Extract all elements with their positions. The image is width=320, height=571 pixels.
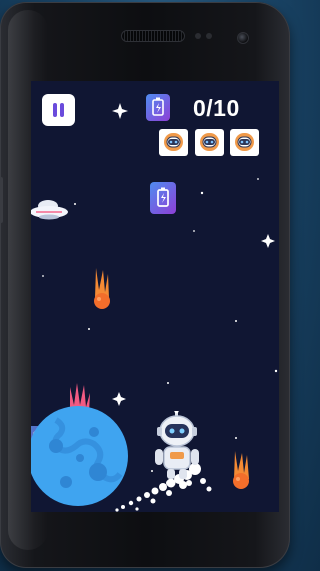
front-camera-icon [237,32,249,44]
pause-button[interactable] [42,94,75,126]
volume-button [0,177,3,223]
meteor-icon [233,451,249,489]
phone-frame: 0/10 [0,2,290,568]
robot-player-icon[interactable] [149,411,213,487]
robot-life-icon [230,129,259,156]
robot-life-icon [159,129,188,156]
score-counter: 0/10 [193,95,240,121]
ufo-icon [31,200,68,220]
sparkle-star [261,234,275,248]
proximity-sensor [195,33,201,39]
earpiece-speaker [121,30,185,42]
game-screen[interactable]: 0/10 [31,81,279,512]
battery-pickup-icon[interactable] [150,182,176,214]
sparkle-star [112,103,128,119]
meteor-icon [94,268,110,309]
light-sensor [206,33,212,39]
pause-icon-bar [60,103,64,117]
robot-life-icon [195,129,224,156]
battery-icon [146,94,170,121]
pause-icon [53,103,57,117]
